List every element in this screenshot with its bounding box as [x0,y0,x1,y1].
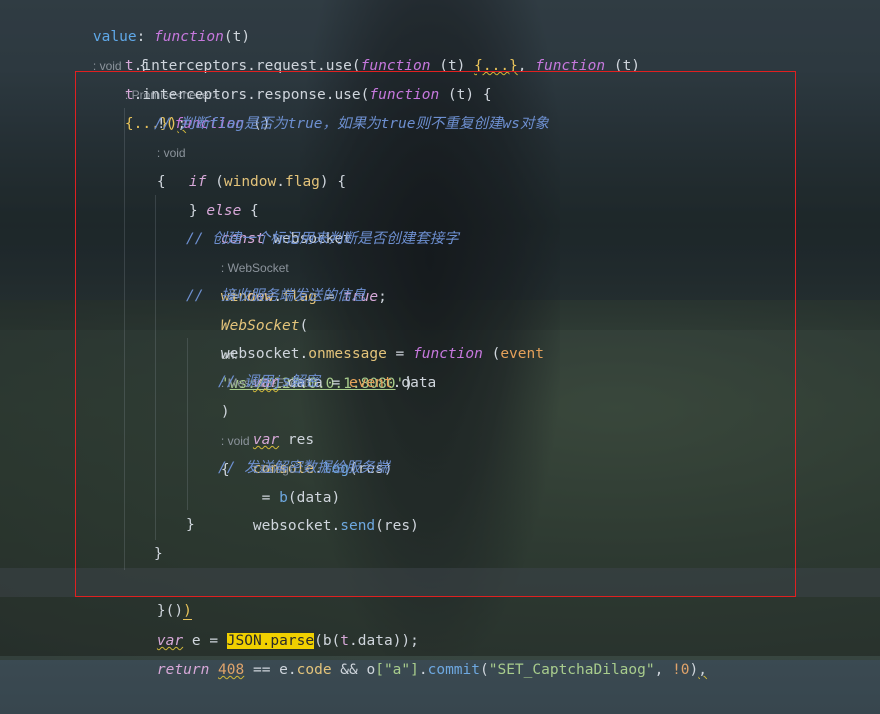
code-line: value: function(t) : void { [58,0,250,74]
code-line: var e = JSON.parse(b(t.data)); [122,598,419,649]
code-token: !0 [672,662,690,678]
code-token: == [244,662,280,678]
code-token: e [279,662,288,678]
code-token: && [331,662,367,678]
code-line: t.interceptors.request.use(function (t) … [90,23,640,132]
code-token: , [698,662,708,678]
code-line: return 408 == e.code && o["a"].commit("S… [122,627,707,678]
code-token: ["a"] [375,662,419,678]
code-token: , [654,662,673,678]
code-token: code [296,662,332,678]
code-token: 408 [218,662,245,678]
code-token: o [366,662,376,678]
code-token: commit [427,662,480,678]
string-literal: "SET_CaptchaDilaog" [488,662,655,678]
annotation-rectangle [75,71,796,597]
code-token: . [418,662,428,678]
code-token: ( [480,662,489,678]
code-token: ) [689,662,699,678]
code-token: . [287,662,297,678]
code-token: return [156,662,210,678]
